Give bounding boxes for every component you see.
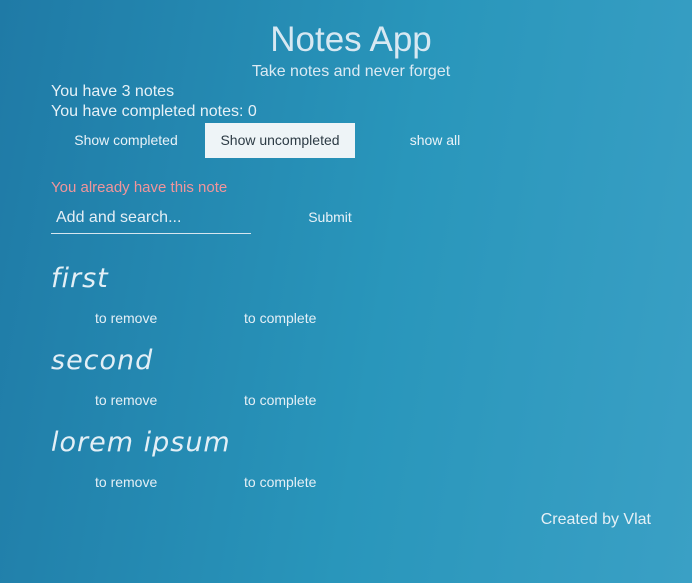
add-search-input[interactable]	[51, 202, 251, 234]
note-title: second	[51, 345, 154, 376]
remove-note-button[interactable]: to remove	[95, 306, 157, 330]
show-uncompleted-button[interactable]: Show uncompleted	[205, 123, 355, 158]
note-title: lorem ipsum	[51, 427, 231, 458]
show-all-button[interactable]: show all	[360, 123, 510, 158]
note-item: first to remove to complete	[51, 260, 451, 330]
app-subtitle: Take notes and never forget	[251, 63, 451, 80]
note-title: first	[51, 263, 109, 294]
note-actions: to remove to complete	[51, 388, 451, 412]
complete-note-button[interactable]: to complete	[244, 306, 316, 330]
show-completed-button[interactable]: Show completed	[51, 123, 201, 158]
completed-count: You have completed notes: 0	[51, 103, 257, 120]
remove-note-button[interactable]: to remove	[95, 470, 157, 494]
note-item: lorem ipsum to remove to complete	[51, 424, 451, 494]
complete-note-button[interactable]: to complete	[244, 470, 316, 494]
duplicate-warning: You already have this note	[51, 179, 228, 196]
complete-note-button[interactable]: to complete	[244, 388, 316, 412]
footer-credit: Created by Vlat	[540, 511, 651, 528]
note-actions: to remove to complete	[51, 306, 451, 330]
note-actions: to remove to complete	[51, 470, 451, 494]
remove-note-button[interactable]: to remove	[95, 388, 157, 412]
submit-button[interactable]: Submit	[290, 206, 370, 228]
note-item: second to remove to complete	[51, 342, 451, 412]
notes-app: Notes App Take notes and never forget Yo…	[0, 0, 692, 583]
notes-count: You have 3 notes	[51, 83, 175, 100]
app-title: Notes App	[270, 20, 432, 59]
